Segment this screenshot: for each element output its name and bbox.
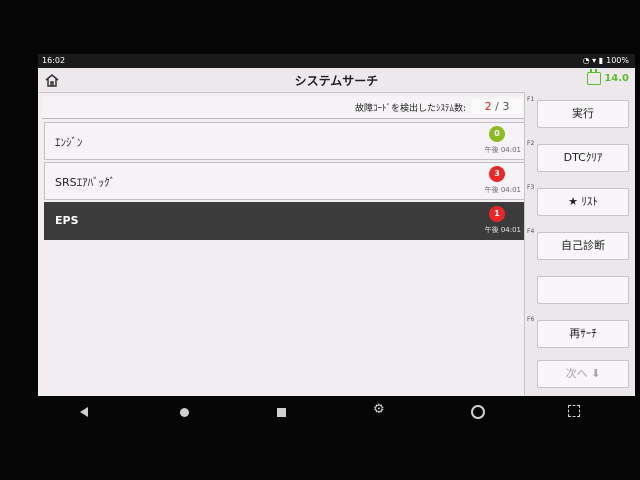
favorite-list-button[interactable]: ★ ﾘｽﾄ [537, 188, 629, 216]
count-separator: / [495, 100, 499, 113]
system-name: SRSｴｱﾊﾞｯｸﾞ [55, 176, 116, 189]
system-row-srs-airbag[interactable]: SRSｴｱﾊﾞｯｸﾞ 3 午後 04:01 [44, 162, 526, 200]
dtc-clear-button[interactable]: DTCｸﾘｱ [537, 144, 629, 172]
signal-icon: ◔ ▾ ▮ [582, 56, 604, 65]
system-row-engine[interactable]: ｴﾝｼﾞﾝ 0 午後 04:01 [44, 122, 526, 160]
system-name: ｴﾝｼﾞﾝ [55, 136, 83, 149]
self-diagnosis-button[interactable]: 自己診断 [537, 232, 629, 260]
system-row-eps[interactable]: EPS 1 午後 04:01 [44, 202, 526, 240]
total-count: 3 [502, 100, 510, 113]
gear-icon[interactable]: ⚙ [373, 402, 387, 417]
dtc-count-badge: 0 [489, 126, 505, 142]
recent-apps-icon[interactable] [277, 408, 286, 417]
system-list: ｴﾝｼﾞﾝ 0 午後 04:01 SRSｴｱﾊﾞｯｸﾞ 3 午後 04:01 E… [44, 122, 526, 242]
detected-count: 2 [484, 100, 492, 113]
dtc-count-badge: 3 [489, 166, 505, 182]
scan-time: 午後 04:01 [484, 146, 521, 154]
fkey-label: F1 [527, 96, 535, 103]
function-key-panel: F1 実行 F2 DTCｸﾘｱ F3 ★ ﾘｽﾄ F4 自己診断 F6 再ｻｰﾁ… [524, 92, 635, 396]
system-name: EPS [55, 214, 79, 227]
title-bar: システムサーチ 14.0 [38, 68, 635, 93]
dtc-summary-count: 2 / 3 [472, 99, 522, 114]
fkey-label: F3 [527, 184, 535, 191]
rescan-button[interactable]: 再ｻｰﾁ [537, 320, 629, 348]
status-bar: 16:02 ◔ ▾ ▮ 100% [38, 54, 635, 68]
dtc-summary: 故障ｺｰﾄﾞを検出したｼｽﾃﾑ数: 2 / 3 [42, 96, 526, 119]
chrome-icon[interactable] [471, 405, 485, 419]
status-battery: 100% [606, 56, 629, 65]
battery-value: 14.0 [604, 73, 629, 84]
scan-time: 午後 04:01 [484, 226, 521, 234]
dtc-count-badge: 1 [489, 206, 505, 222]
dtc-summary-label: 故障ｺｰﾄﾞを検出したｼｽﾃﾑ数: [354, 104, 466, 114]
status-right: ◔ ▾ ▮ 100% [583, 56, 629, 65]
back-icon[interactable] [80, 407, 88, 417]
fkey-label: F2 [527, 140, 535, 147]
fkey-label: F6 [527, 316, 535, 323]
scan-time: 午後 04:01 [484, 186, 521, 194]
vehicle-battery: 14.0 [587, 69, 629, 85]
home-circle-icon[interactable] [180, 408, 189, 417]
next-page-button[interactable]: 次へ ⬇ [537, 360, 629, 388]
page-title: システムサーチ [294, 74, 379, 88]
screenshot-icon[interactable] [568, 405, 580, 417]
android-nav-bar: ⚙ [38, 398, 635, 424]
status-time: 16:02 [42, 56, 66, 65]
battery-icon [587, 69, 602, 85]
execute-button[interactable]: 実行 [537, 100, 629, 128]
fkey-label: F4 [527, 228, 535, 235]
app-screen: 16:02 ◔ ▾ ▮ 100% システムサーチ 14.0 故障ｺｰﾄﾞを検出し… [38, 54, 635, 396]
empty-function-button [537, 276, 629, 304]
